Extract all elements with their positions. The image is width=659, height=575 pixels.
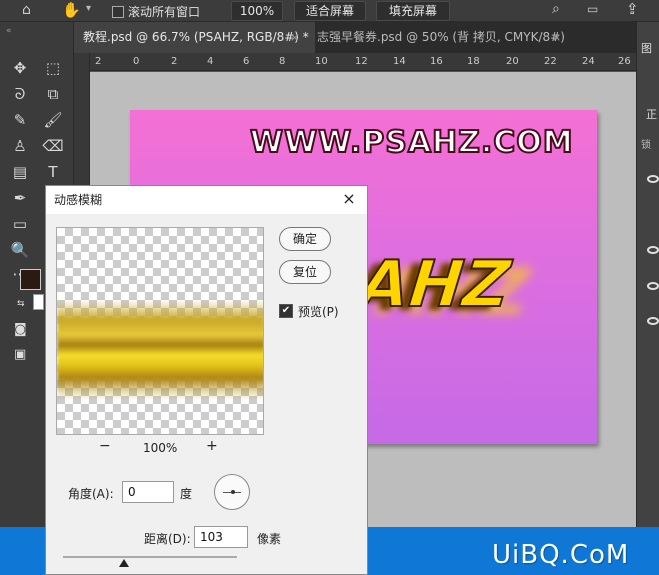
panel-title: 图: [641, 42, 652, 55]
eraser-tool-icon[interactable]: ⌫: [41, 134, 65, 158]
scroll-all-windows-label: 滚动所有窗口: [128, 5, 201, 19]
share-icon[interactable]: ⇪: [626, 0, 639, 18]
close-icon[interactable]: ×: [339, 189, 359, 209]
close-icon[interactable]: ×: [552, 22, 561, 53]
distance-label: 距离(D):: [144, 532, 191, 546]
shape-tool-icon[interactable]: ▭: [8, 212, 32, 236]
ruler-tick: 26: [618, 56, 631, 67]
scroll-all-windows-checkbox[interactable]: [112, 4, 124, 18]
angle-dial[interactable]: [214, 474, 250, 510]
foreground-color-swatch[interactable]: [20, 269, 41, 290]
distance-slider-thumb[interactable]: [119, 559, 129, 567]
brush-tool-icon[interactable]: 🖌: [41, 108, 65, 132]
dialog-title: 动感模糊: [54, 193, 103, 207]
eye-icon[interactable]: [647, 175, 659, 183]
dialog-title-bar: 动感模糊: [46, 186, 367, 214]
ruler-tick: 20: [506, 56, 519, 67]
ruler-tick: 6: [243, 56, 250, 67]
chevron-down-icon[interactable]: ▾: [86, 3, 91, 14]
angle-label: 角度(A):: [68, 487, 114, 501]
zoom-tool-icon[interactable]: 🔍: [8, 238, 32, 262]
tab-document-2[interactable]: 志强早餐券.psd @ 50% (背 拷贝, CMYK/8#) ×: [308, 22, 575, 53]
layers-panel: 图 正 锁: [636, 22, 659, 527]
stamp-tool-icon[interactable]: ♙: [8, 134, 32, 158]
lock-label: 锁: [641, 140, 651, 151]
gradient-tool-icon[interactable]: ▤: [8, 160, 32, 184]
quick-mask-icon[interactable]: ◙: [14, 322, 27, 337]
zoom-out-icon[interactable]: −: [99, 438, 111, 454]
zoom-level: 100%: [143, 441, 178, 455]
tab-label: 教程.psd @ 66.7% (PSAHZ, RGB/8#) *: [83, 30, 309, 44]
pen-tool-icon[interactable]: ✒: [8, 186, 32, 210]
collapse-icon[interactable]: «: [6, 26, 12, 36]
preview-label: 预览(P): [298, 305, 339, 319]
ruler-tick: 2: [171, 56, 178, 67]
zoom-in-icon[interactable]: +: [206, 438, 218, 454]
angle-input[interactable]: 0: [122, 481, 174, 503]
ruler-tick: 4: [207, 56, 214, 67]
tab-label: 志强早餐券.psd @ 50% (背 拷贝, CMYK/8#): [317, 30, 565, 44]
preview-checkbox[interactable]: ✔: [279, 304, 293, 318]
eye-icon[interactable]: [647, 246, 659, 254]
horizontal-ruler: 2 0 2 4 6 8 10 12 14 16 18 20 22 24 26: [90, 53, 636, 71]
close-icon[interactable]: ×: [290, 22, 299, 53]
ahz-layer-text: AHZ: [355, 247, 514, 323]
ruler-tick: 8: [279, 56, 286, 67]
document-tabs: 教程.psd @ 66.7% (PSAHZ, RGB/8#) * × 志强早餐券…: [74, 22, 636, 53]
ruler-tick: 22: [544, 56, 557, 67]
ruler-tick: 10: [315, 56, 328, 67]
distance-slider[interactable]: [63, 556, 237, 558]
ruler-tick: 18: [467, 56, 480, 67]
marquee-tool-icon[interactable]: ⬚: [41, 56, 65, 80]
options-bar: ⌂ ✋ ▾ 滚动所有窗口 100% 适合屏幕 填充屏幕 ⌕ ▭ ⇪: [0, 0, 659, 22]
ruler-tick: 16: [430, 56, 443, 67]
eye-icon[interactable]: [647, 317, 659, 325]
ruler-tick: 12: [355, 56, 368, 67]
workspace-icon[interactable]: ▭: [587, 2, 598, 16]
swap-colors-icon[interactable]: ⇆: [17, 299, 25, 309]
search-icon[interactable]: ⌕: [552, 1, 560, 17]
type-tool-icon[interactable]: T: [41, 160, 65, 184]
fill-screen-button[interactable]: 填充屏幕: [376, 1, 450, 21]
angle-dial-center: [231, 490, 235, 494]
screen-mode-icon[interactable]: ▣: [14, 347, 26, 362]
reset-button[interactable]: 复位: [279, 260, 331, 284]
blend-mode-field[interactable]: 正: [646, 106, 657, 122]
eyedropper-tool-icon[interactable]: ✎: [8, 108, 32, 132]
ruler-tick: 24: [582, 56, 595, 67]
object-select-tool-icon[interactable]: ⧉: [41, 82, 65, 106]
ruler-tick: 14: [393, 56, 406, 67]
motion-blur-dialog: 动感模糊 × 确定 复位 ✔ 预览(P) − 100% + 角度(A): 0 度…: [45, 185, 368, 575]
zoom-100-button[interactable]: 100%: [231, 1, 283, 21]
lasso-tool-icon[interactable]: ᘐ: [8, 82, 32, 106]
blurred-preview-content: [57, 300, 263, 400]
background-color-swatch[interactable]: [33, 294, 44, 310]
site-title-text: WWW.PSAHZ.COM: [249, 124, 574, 161]
ruler-tick: 2: [95, 56, 102, 67]
ruler-tick: 0: [133, 56, 140, 67]
move-tool-icon[interactable]: ✥: [8, 56, 32, 80]
distance-unit: 像素: [257, 532, 282, 546]
angle-unit: 度: [180, 487, 193, 501]
home-icon[interactable]: ⌂: [22, 2, 31, 18]
filter-preview[interactable]: [56, 227, 264, 435]
ok-button[interactable]: 确定: [279, 227, 331, 251]
hand-tool-icon[interactable]: ✋: [62, 1, 81, 19]
distance-input[interactable]: 103: [194, 526, 248, 548]
eye-icon[interactable]: [647, 282, 659, 290]
fit-screen-button[interactable]: 适合屏幕: [294, 1, 366, 21]
tab-document-1[interactable]: 教程.psd @ 66.7% (PSAHZ, RGB/8#) * ×: [74, 22, 315, 53]
watermark-text: UiBQ.CoM: [492, 540, 630, 570]
